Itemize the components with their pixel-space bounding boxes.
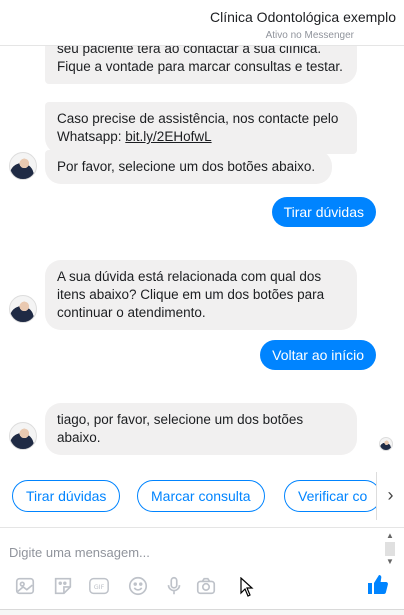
sticker-icon[interactable] (52, 575, 74, 597)
whatsapp-link[interactable]: bit.ly/2EHofwL (125, 129, 211, 144)
scroll-track[interactable] (385, 542, 395, 556)
quick-reply-marcar-consulta[interactable]: Marcar consulta (137, 480, 265, 512)
read-receipt-avatar (379, 437, 393, 451)
quick-replies: Tirar dúvidas Marcar consulta Verificar … (0, 470, 404, 522)
input-scrollbar[interactable]: ▲ ▼ (384, 530, 396, 566)
bot-message: Por favor, selecione um dos botões abaix… (45, 150, 332, 184)
bot-message: seu paciente terá ao contactar a sua clí… (45, 46, 357, 84)
scroll-down-icon[interactable]: ▼ (384, 556, 396, 568)
bot-message: A sua dúvida está relacionada com qual d… (45, 260, 357, 330)
divider (0, 609, 404, 615)
active-status: Ativo no Messenger (265, 30, 354, 41)
composer: Digite uma mensagem... ▲ ▼ GIF (0, 527, 404, 615)
microphone-icon[interactable] (163, 575, 185, 597)
chat-header: Clínica Odontológica exemplo Ativo no Me… (0, 0, 404, 46)
page-title[interactable]: Clínica Odontológica exemplo (210, 9, 396, 25)
quick-reply-verificar[interactable]: Verificar co (284, 480, 382, 512)
user-message: Voltar ao início (260, 340, 376, 370)
bot-message: tiago, por favor, selecione um dos botõe… (45, 403, 357, 455)
message-list[interactable]: seu paciente terá ao contactar a sua clí… (0, 46, 404, 461)
composer-tools: GIF (14, 575, 264, 599)
quick-reply-tirar-duvidas[interactable]: Tirar dúvidas (12, 480, 121, 512)
avatar (9, 422, 37, 450)
mouse-cursor-icon (240, 577, 254, 597)
camera-icon[interactable] (195, 575, 217, 597)
avatar (9, 295, 37, 323)
image-icon[interactable] (14, 575, 36, 597)
gif-icon[interactable]: GIF (88, 575, 110, 597)
user-message: Tirar dúvidas (271, 197, 376, 227)
thumbs-up-icon[interactable] (366, 573, 390, 597)
scroll-up-icon[interactable]: ▲ (384, 530, 396, 542)
svg-text:GIF: GIF (94, 583, 105, 591)
emoji-icon[interactable] (127, 575, 149, 597)
message-input[interactable]: Digite uma mensagem... (9, 545, 150, 560)
avatar (9, 152, 37, 180)
bot-message: Caso precise de assistência, nos contact… (45, 102, 357, 154)
chevron-right-icon[interactable]: › (376, 472, 404, 520)
